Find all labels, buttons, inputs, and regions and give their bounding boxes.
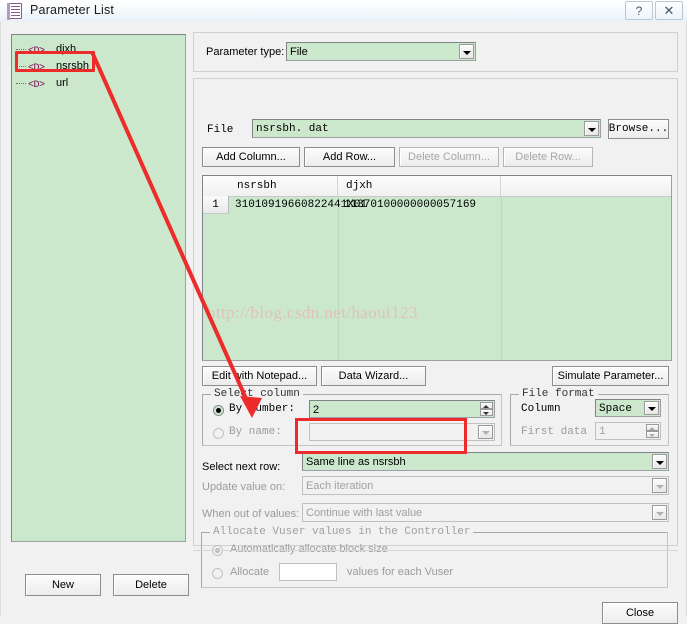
file-format-group: File format Column Space First data 1 [510,388,669,446]
table-column-header-empty [501,176,671,196]
by-number-value: 2 [313,404,320,416]
by-number-input[interactable]: 2 [309,400,495,418]
select-column-group: Select column By number: 2 By name: [202,388,502,446]
table-header-row: nsrsbh djxh [203,176,671,197]
data-wizard-button[interactable]: Data Wizard... [321,366,426,386]
file-settings-group: File nsrsbh. dat Browse... Add Column...… [193,78,678,546]
delete-row-button: Delete Row... [503,147,593,167]
select-next-row-label: Select next row: [202,461,281,473]
dialog-body: <D> djxh <D> nsrsbh <D> url New Delete P… [0,22,687,624]
title-bar: Parameter List ? ✕ [0,0,687,23]
window-title: Parameter List [30,3,115,17]
tree-item-url[interactable]: <D> url [12,75,185,92]
column-format-select[interactable]: Space [595,399,661,417]
first-data-input: 1 [595,422,661,440]
by-name-label: By name: [229,426,282,438]
allocate-suffix-label: values for each Vuser [347,566,453,578]
table-column-header[interactable]: djxh [338,176,501,196]
by-number-label: By number: [229,403,296,415]
table-row-number: 1 [203,196,229,214]
stepper-icon[interactable] [480,402,493,416]
when-out-of-values-value: Continue with last value [306,507,423,519]
add-row-button[interactable]: Add Row... [304,147,395,167]
chevron-down-icon [652,478,667,493]
table-grid-line [338,196,339,360]
first-data-label: First data [521,426,588,438]
table-column-header[interactable]: nsrsbh [229,176,338,196]
auto-allocate-label: Automatically allocate block size [230,543,388,555]
help-icon[interactable]: ? [625,1,653,20]
chevron-down-icon[interactable] [652,454,667,469]
tree-connector-icon [16,49,26,51]
tree-item-label: djxh [56,43,77,55]
select-next-row-value: Same line as nsrsbh [306,456,406,468]
update-value-on-select: Each iteration [302,476,669,495]
allocate-vuser-group: Allocate Vuser values in the Controller … [201,526,668,588]
first-data-value: 1 [599,426,606,438]
chevron-down-icon[interactable] [584,121,599,136]
manual-allocate-radio [212,568,223,579]
parameter-type-group: Parameter type: File [193,32,678,72]
by-name-select [309,423,495,441]
tree-connector-icon [16,83,26,85]
browse-button[interactable]: Browse... [608,119,669,139]
document-list-icon [7,3,22,20]
parameter-type-label: Parameter type: [206,46,285,58]
tree-item-label: url [56,77,69,89]
tree-connector-icon [16,66,26,68]
allocate-label: Allocate [230,566,270,578]
select-column-group-label: Select column [211,388,303,400]
by-name-radio[interactable] [213,428,224,439]
tree-item-label: nsrsbh [56,60,90,72]
chevron-down-icon [478,425,493,439]
edit-with-notepad-button[interactable]: Edit with Notepad... [202,366,317,386]
chevron-down-icon[interactable] [644,401,659,415]
stepper-icon [646,424,659,438]
column-format-value: Space [599,403,633,415]
update-value-on-label: Update value on: [202,481,286,493]
parameter-tag-icon: <D> [28,80,45,91]
table-row[interactable]: 1 31010919660822441X01 11370100000000057… [203,196,671,214]
allocate-vuser-group-label: Allocate Vuser values in the Controller [210,526,474,538]
tree-item-djxh[interactable]: <D> djxh [12,41,185,58]
parameter-tree[interactable]: <D> djxh <D> nsrsbh <D> url [11,34,186,542]
table-cell-djxh[interactable]: 11370100000000057169 [338,196,501,214]
table-grid-line [501,196,502,360]
delete-button[interactable]: Delete [113,574,189,596]
add-column-button[interactable]: Add Column... [202,147,300,167]
file-label: File [207,124,234,136]
when-out-of-values-label: When out of values: [202,508,300,520]
new-button[interactable]: New [25,574,101,596]
column-label: Column [521,403,561,415]
update-value-on-value: Each iteration [306,480,374,492]
file-format-group-label: File format [519,388,598,400]
parameter-type-value: File [290,46,308,58]
parameter-detail-panel: Parameter type: File File nsrsbh. dat Br… [193,32,678,588]
when-out-of-values-select: Continue with last value [302,503,669,522]
file-value: nsrsbh. dat [256,123,329,135]
allocate-value-input [279,563,337,581]
by-number-radio[interactable] [213,405,224,416]
parameter-data-table[interactable]: nsrsbh djxh 1 31010919660822441X01 11370… [202,175,672,361]
footer-divider [193,550,678,551]
table-cell-nsrsbh[interactable]: 31010919660822441X01 [229,196,367,214]
close-icon[interactable]: ✕ [655,1,683,20]
parameter-type-select[interactable]: File [286,42,476,61]
chevron-down-icon [652,505,667,520]
close-button[interactable]: Close [602,602,678,624]
simulate-parameter-button[interactable]: Simulate Parameter... [552,366,669,386]
select-next-row-select[interactable]: Same line as nsrsbh [302,452,669,471]
file-combobox[interactable]: nsrsbh. dat [252,119,601,138]
window-controls: ? ✕ [623,1,683,20]
parameter-list-dialog: Parameter List ? ✕ <D> djxh <D> nsrsbh <… [0,0,687,624]
tree-item-nsrsbh[interactable]: <D> nsrsbh [12,58,185,75]
delete-column-button: Delete Column... [399,147,499,167]
chevron-down-icon[interactable] [459,44,474,59]
